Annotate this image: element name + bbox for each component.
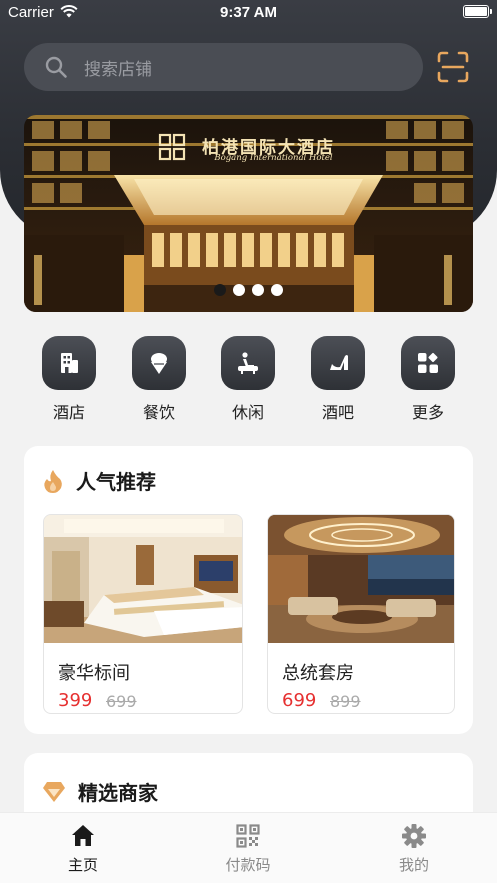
- battery-icon: [463, 5, 492, 18]
- section-title: 精选商家: [78, 781, 158, 805]
- banner-carousel[interactable]: 柏港国际大酒店 Bogang International Hotel: [24, 115, 473, 312]
- carousel-dot[interactable]: [214, 284, 226, 296]
- category-more[interactable]: 更多: [393, 336, 463, 423]
- home-icon: [72, 825, 94, 846]
- room-name: 豪华标间: [58, 663, 130, 684]
- banner-subtitle: Bogang International Hotel: [214, 153, 333, 163]
- room-card[interactable]: 豪华标间 399 699: [43, 514, 243, 714]
- category-hotel[interactable]: 酒店: [34, 336, 104, 423]
- room-photo: [44, 515, 242, 643]
- scan-icon[interactable]: [436, 50, 470, 84]
- carousel-dot[interactable]: [252, 284, 264, 296]
- ice-cream-icon: [151, 353, 167, 374]
- status-bar: Carrier 9:37 AM: [0, 0, 497, 26]
- qr-code-icon: [236, 824, 260, 848]
- room-photo: [268, 515, 454, 643]
- merchants-header: 精选商家: [42, 777, 158, 806]
- room-name: 总统套房: [282, 663, 354, 684]
- search-icon: [45, 56, 67, 78]
- search-input[interactable]: 搜索店铺: [24, 43, 423, 91]
- tab-bar: 主页 付款码 我的: [0, 812, 497, 883]
- category-label: 酒店: [52, 403, 85, 422]
- category-leisure[interactable]: 休闲: [213, 336, 283, 423]
- tab-label: 我的: [398, 856, 429, 874]
- search-placeholder: 搜索店铺: [84, 59, 152, 80]
- room-price: 399: [58, 690, 93, 711]
- category-label: 休闲: [231, 403, 264, 422]
- tab-payment-code[interactable]: 付款码: [188, 823, 308, 875]
- gear-icon: [402, 824, 426, 848]
- tab-label: 主页: [67, 856, 98, 874]
- room-original-price: 899: [330, 692, 361, 711]
- room-original-price: 699: [106, 692, 137, 711]
- diamond-icon: [43, 781, 65, 802]
- tab-profile[interactable]: 我的: [354, 823, 474, 875]
- room-card[interactable]: 总统套房 699 899: [267, 514, 455, 714]
- category-dining[interactable]: 餐饮: [124, 336, 194, 423]
- section-title: 人气推荐: [76, 470, 156, 494]
- popular-section: 人气推荐 豪华标间 399 699 总统套房 699 899: [24, 446, 473, 734]
- bath-icon: [238, 352, 258, 374]
- flame-icon: [44, 469, 62, 493]
- tab-home[interactable]: 主页: [23, 823, 143, 875]
- popular-header: 人气推荐: [42, 466, 156, 495]
- category-bar[interactable]: 酒吧: [303, 336, 373, 423]
- carousel-dot[interactable]: [233, 284, 245, 296]
- grid-more-icon: [418, 352, 438, 373]
- room-price: 699: [282, 690, 317, 711]
- carousel-indicator: [214, 284, 283, 296]
- category-label: 酒吧: [321, 403, 354, 422]
- carousel-dot[interactable]: [271, 284, 283, 296]
- status-time: 9:37 AM: [220, 4, 277, 21]
- category-label: 更多: [411, 403, 444, 422]
- building-icon: [61, 353, 78, 373]
- category-row: 酒店 餐饮 休闲 酒吧 更多: [0, 336, 497, 426]
- tab-label: 付款码: [225, 856, 271, 874]
- high-heel-icon: [328, 355, 348, 370]
- category-label: 餐饮: [142, 403, 175, 422]
